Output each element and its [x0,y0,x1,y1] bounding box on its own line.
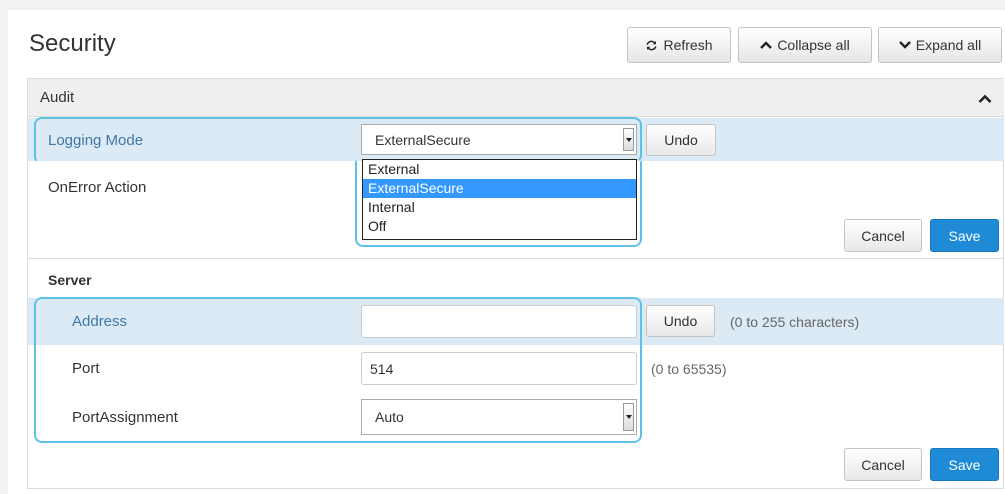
port-hint: (0 to 65535) [651,361,727,377]
audit-cancel-button[interactable]: Cancel [844,219,922,252]
chevron-down-icon [898,40,911,50]
address-input[interactable] [361,305,637,338]
address-label: Address [72,313,128,330]
server-cancel-button[interactable]: Cancel [844,448,922,481]
expand-all-label: Expand all [915,37,982,53]
audit-section-header[interactable]: Audit [28,79,1004,117]
option-off[interactable]: Off [363,217,636,236]
refresh-icon [645,39,658,52]
left-strip [0,10,8,494]
logging-mode-select[interactable]: ExternalSecure [361,124,637,155]
port-assignment-label: PortAssignment [72,409,178,426]
dropdown-arrow-icon [623,128,634,151]
section-divider [28,258,1004,259]
logging-mode-undo-button[interactable]: Undo [646,124,716,156]
refresh-label: Refresh [663,37,713,53]
cancel-label: Cancel [861,227,905,244]
address-hint: (0 to 255 characters) [730,314,860,330]
option-external[interactable]: External [363,160,636,179]
chevron-up-icon [760,40,773,50]
onerror-action-label: OnError Action [48,179,147,196]
cancel-label: Cancel [861,456,905,473]
undo-label: Undo [664,132,698,148]
logging-mode-dropdown[interactable]: External ExternalSecure Internal Off [362,159,637,240]
logging-mode-value: ExternalSecure [375,131,471,148]
port-assignment-value: Auto [375,409,404,425]
refresh-button[interactable]: Refresh [627,27,731,63]
port-value: 514 [370,360,394,377]
option-externalsecure[interactable]: ExternalSecure [363,179,636,198]
audit-save-button[interactable]: Save [930,219,999,252]
port-assignment-select[interactable]: Auto [361,399,637,435]
save-label: Save [948,227,981,244]
collapse-all-label: Collapse all [777,37,850,53]
collapse-section-icon[interactable] [978,91,992,107]
dropdown-arrow-icon [623,403,634,431]
address-undo-button[interactable]: Undo [646,305,715,337]
save-label: Save [948,456,981,473]
expand-all-button[interactable]: Expand all [878,27,1002,63]
undo-label: Undo [663,313,698,329]
server-save-button[interactable]: Save [930,448,999,481]
server-section-title: Server [48,272,92,288]
option-internal[interactable]: Internal [363,198,636,217]
page-title: Security [29,30,116,57]
collapse-all-button[interactable]: Collapse all [738,27,872,63]
top-strip [0,0,1005,10]
logging-mode-label: Logging Mode [48,132,144,149]
port-input[interactable]: 514 [361,352,637,385]
audit-title: Audit [40,89,75,106]
port-label: Port [72,360,100,377]
